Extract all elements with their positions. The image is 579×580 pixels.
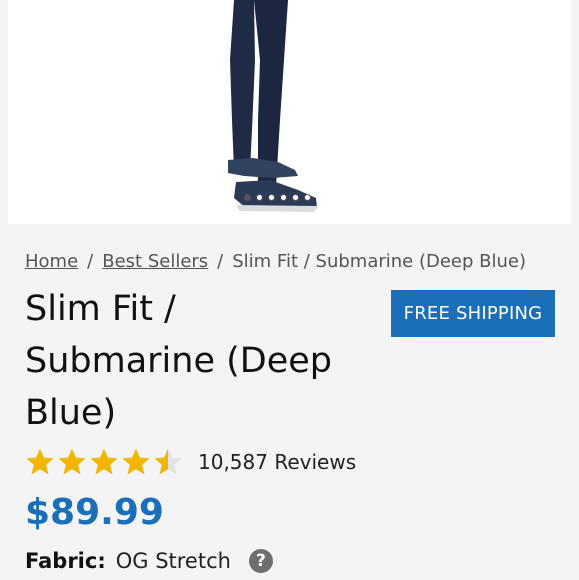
- carousel-dot[interactable]: [256, 194, 263, 201]
- free-shipping-badge: FREE SHIPPING: [391, 290, 555, 337]
- product-title: Slim Fit / Submarine (Deep Blue): [25, 289, 333, 433]
- breadcrumb-current: Slim Fit / Submarine (Deep Blue): [232, 251, 527, 272]
- product-image-carousel[interactable]: [8, 0, 571, 224]
- carousel-dot[interactable]: [304, 194, 311, 201]
- star-icon: [154, 448, 182, 475]
- star-icon: [90, 448, 118, 475]
- carousel-dots: [244, 194, 311, 201]
- product-price: $89.99: [25, 492, 164, 533]
- product-rating[interactable]: 10,587 Reviews: [25, 447, 356, 477]
- help-icon[interactable]: ?: [248, 549, 273, 573]
- carousel-dot[interactable]: [280, 194, 287, 201]
- star-icon: [122, 448, 150, 475]
- breadcrumb-separator: /: [217, 251, 224, 272]
- breadcrumb-separator: /: [87, 251, 94, 272]
- star-icon: [26, 448, 54, 475]
- product-photo: [8, 0, 571, 224]
- rating-stars: [25, 447, 183, 477]
- fabric-row: Fabric: OG Stretch ?: [25, 549, 273, 573]
- fabric-value: OG Stretch: [115, 549, 231, 573]
- star-icon: [58, 448, 86, 475]
- fabric-label: Fabric:: [25, 549, 106, 573]
- breadcrumb-best-sellers-link[interactable]: Best Sellers: [102, 251, 208, 272]
- breadcrumb: Home / Best Sellers / Slim Fit / Submarine (…: [25, 251, 526, 272]
- reviews-count[interactable]: 10,587 Reviews: [198, 450, 356, 474]
- carousel-dot[interactable]: [244, 194, 251, 201]
- breadcrumb-home-link[interactable]: Home: [25, 251, 78, 272]
- carousel-dot[interactable]: [268, 194, 275, 201]
- carousel-dot[interactable]: [292, 194, 299, 201]
